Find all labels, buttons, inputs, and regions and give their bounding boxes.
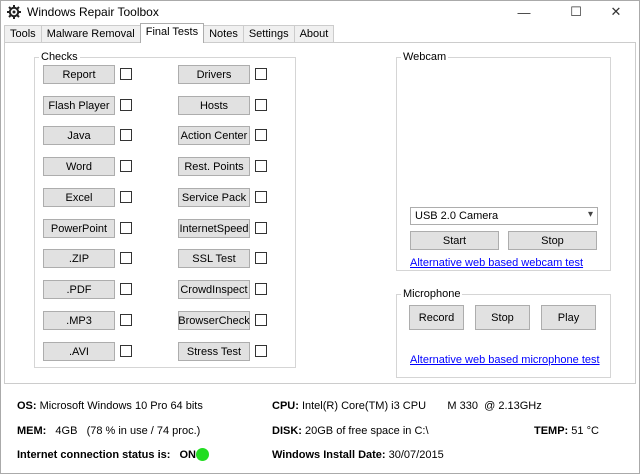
flash-player-checkbox[interactable] — [120, 99, 132, 111]
internet-speed-button[interactable]: InternetSpeed — [178, 219, 250, 238]
tab-final-tests[interactable]: Final Tests — [139, 23, 205, 43]
internet-value: ON — [179, 449, 196, 461]
mem-info: MEM: 4GB (78 % in use / 74 proc.) — [17, 425, 200, 437]
word-button[interactable]: Word — [43, 157, 115, 176]
report-button[interactable]: Report — [43, 65, 115, 84]
webcam-device-select[interactable]: USB 2.0 Camera ▾ — [410, 207, 598, 225]
close-button[interactable]: ✕ — [593, 1, 639, 23]
webcam-title: Webcam — [403, 51, 447, 63]
internet-status: Internet connection status is: ON — [17, 449, 196, 461]
drivers-button[interactable]: Drivers — [178, 65, 250, 84]
record-button[interactable]: Record — [409, 305, 464, 330]
internet-label: Internet connection status is: — [17, 449, 171, 461]
temp-label: TEMP: — [534, 425, 569, 437]
service-pack-button[interactable]: Service Pack — [178, 188, 250, 207]
tab-about[interactable]: About — [293, 25, 335, 43]
hosts-button[interactable]: Hosts — [178, 96, 250, 115]
window-title: Windows Repair Toolbox — [27, 5, 159, 19]
stress-test-button[interactable]: Stress Test — [178, 342, 250, 361]
checks-title: Checks — [41, 51, 78, 63]
internet-status-indicator — [196, 448, 209, 461]
tab-settings[interactable]: Settings — [242, 25, 295, 43]
install-value: 30/07/2015 — [388, 449, 444, 461]
disk-label: DISK: — [272, 425, 302, 437]
drivers-checkbox[interactable] — [255, 68, 267, 80]
play-button[interactable]: Play — [541, 305, 596, 330]
word-checkbox[interactable] — [120, 160, 132, 172]
restore-points-button[interactable]: Rest. Points — [178, 157, 250, 176]
cpu-value: Intel(R) Core(TM) i3 CPU M 330 @ 2.13GHz — [301, 400, 542, 412]
tab-tools[interactable]: Tools — [4, 25, 42, 43]
pdf-checkbox[interactable] — [120, 283, 132, 295]
cpu-label: CPU: — [272, 400, 299, 412]
powerpoint-button[interactable]: PowerPoint — [43, 219, 115, 238]
powerpoint-checkbox[interactable] — [120, 222, 132, 234]
mp3-checkbox[interactable] — [120, 314, 132, 326]
excel-button[interactable]: Excel — [43, 188, 115, 207]
excel-checkbox[interactable] — [120, 191, 132, 203]
chevron-down-icon: ▾ — [587, 209, 593, 220]
install-label: Windows Install Date: — [272, 449, 386, 461]
action-center-button[interactable]: Action Center — [178, 126, 250, 145]
disk-info: DISK: 20GB of free space in C:\ — [272, 425, 429, 437]
restore-points-checkbox[interactable] — [255, 160, 267, 172]
app-window: Windows Repair Toolbox — ☐ ✕ Tools Malwa… — [0, 0, 640, 474]
disk-value: 20GB of free space in C:\ — [305, 425, 429, 437]
internet-speed-checkbox[interactable] — [255, 222, 267, 234]
title-bar: Windows Repair Toolbox — ☐ ✕ — [1, 1, 639, 23]
mem-value: 4GB (78 % in use / 74 proc.) — [55, 425, 201, 437]
webcam-start-button[interactable]: Start — [410, 231, 499, 250]
pdf-button[interactable]: .PDF — [43, 280, 115, 299]
report-checkbox[interactable] — [120, 68, 132, 80]
service-pack-checkbox[interactable] — [255, 191, 267, 203]
crowdinspect-button[interactable]: CrowdInspect — [178, 280, 250, 299]
microphone-web-test-link[interactable]: Alternative web based microphone test — [410, 354, 600, 366]
tab-malware-removal[interactable]: Malware Removal — [40, 25, 141, 43]
browsercheck-checkbox[interactable] — [255, 314, 267, 326]
hosts-checkbox[interactable] — [255, 99, 267, 111]
tab-bar: Tools Malware Removal Final Tests Notes … — [4, 23, 335, 43]
ssl-test-button[interactable]: SSL Test — [178, 249, 250, 268]
mp3-button[interactable]: .MP3 — [43, 311, 115, 330]
temp-info: TEMP: 51 °C — [534, 425, 599, 437]
install-date-info: Windows Install Date: 30/07/2015 — [272, 449, 444, 461]
microphone-title: Microphone — [403, 288, 461, 300]
temp-value: 51 °C — [571, 425, 599, 437]
java-checkbox[interactable] — [120, 129, 132, 141]
mem-label: MEM: — [17, 425, 47, 437]
microphone-stop-button[interactable]: Stop — [475, 305, 530, 330]
minimize-button[interactable]: — — [501, 1, 547, 23]
action-center-checkbox[interactable] — [255, 129, 267, 141]
webcam-web-test-link[interactable]: Alternative web based webcam test — [410, 257, 583, 269]
zip-button[interactable]: .ZIP — [43, 249, 115, 268]
avi-checkbox[interactable] — [120, 345, 132, 357]
java-button[interactable]: Java — [43, 126, 115, 145]
gear-icon — [7, 5, 21, 19]
tab-notes[interactable]: Notes — [203, 25, 244, 43]
webcam-stop-button[interactable]: Stop — [508, 231, 597, 250]
cpu-info: CPU: Intel(R) Core(TM) i3 CPU M 330 @ 2.… — [272, 400, 542, 412]
avi-button[interactable]: .AVI — [43, 342, 115, 361]
webcam-device-value: USB 2.0 Camera — [415, 210, 499, 222]
os-value: Microsoft Windows 10 Pro 64 bits — [39, 400, 203, 412]
os-label: OS: — [17, 400, 37, 412]
os-info: OS: Microsoft Windows 10 Pro 64 bits — [17, 400, 203, 412]
stress-test-checkbox[interactable] — [255, 345, 267, 357]
crowdinspect-checkbox[interactable] — [255, 283, 267, 295]
flash-player-button[interactable]: Flash Player — [43, 96, 115, 115]
browsercheck-button[interactable]: BrowserCheck — [178, 311, 250, 330]
zip-checkbox[interactable] — [120, 252, 132, 264]
ssl-test-checkbox[interactable] — [255, 252, 267, 264]
